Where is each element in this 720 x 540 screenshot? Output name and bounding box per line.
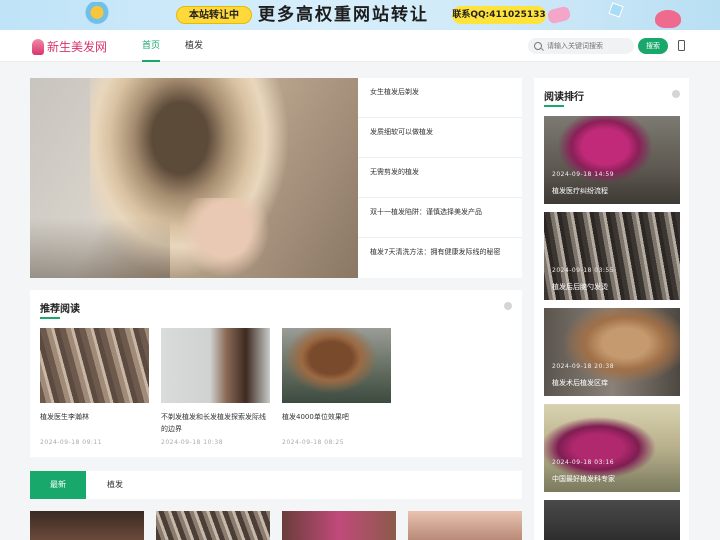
main-nav: 首页 植发 xyxy=(142,30,228,62)
article-thumbnail[interactable] xyxy=(30,511,144,540)
article-card[interactable]: 不剃发植发和长发植发探索发际线的边界 2024-09-18 10:38 xyxy=(161,328,270,446)
banner-decoration-icon xyxy=(655,10,681,28)
ranking-sidebar: 阅读排行 2024-09-18 14:59 植发医疗纠纷流程 2024-09-1… xyxy=(534,78,689,540)
search-button[interactable]: 搜索 xyxy=(638,38,668,54)
hero-image[interactable] xyxy=(30,78,358,278)
banner-decoration-icon xyxy=(85,2,115,28)
site-header: 新生美发网 首页 植发 搜索 xyxy=(0,30,720,62)
banner-slogan: 更多高权重网站转让 xyxy=(258,5,429,25)
article-thumbnail[interactable] xyxy=(40,328,149,403)
article-date: 2024-09-18 09:11 xyxy=(40,439,103,446)
site-logo[interactable]: 新生美发网 xyxy=(32,38,107,55)
search-box xyxy=(528,38,634,54)
search-input[interactable] xyxy=(547,42,629,50)
ranking-card[interactable]: 2024-09-18 03:16 中国最好植发科专家 xyxy=(544,404,680,492)
ranking-card[interactable]: 2024-09-18 03:55 植发后后脑勺发烫 xyxy=(544,212,680,300)
search-icon xyxy=(534,42,542,50)
article-title[interactable]: 植发4000单位效果吧 xyxy=(282,411,391,435)
hero-link[interactable]: 女生植发后剃发 xyxy=(358,78,522,118)
hero-link[interactable]: 无需剪发的植发 xyxy=(358,158,522,198)
tab-latest[interactable]: 最新 xyxy=(30,471,86,499)
article-thumbnail[interactable] xyxy=(156,511,270,540)
article-title[interactable]: 不剃发植发和长发植发探索发际线的边界 xyxy=(161,411,270,435)
ranking-card[interactable]: 2024-09-18 20:38 植发术后植发区痒 xyxy=(544,308,680,396)
ranking-card[interactable]: 2024-09-18 14:59 植发医疗纠纷流程 xyxy=(544,116,680,204)
logo-icon xyxy=(32,38,44,55)
article-thumbnail[interactable] xyxy=(161,328,270,403)
close-icon[interactable] xyxy=(672,90,680,98)
article-title[interactable]: 植发医生李瀚林 xyxy=(40,411,149,435)
article-date: 2024-09-18 10:38 xyxy=(161,439,224,446)
ranking-item-title[interactable]: 植发医疗纠纷流程 xyxy=(552,186,608,196)
logo-text: 新生美发网 xyxy=(47,40,108,54)
article-card[interactable]: 植发医生李瀚林 2024-09-18 09:11 xyxy=(40,328,149,446)
hero-link[interactable]: 发质细软可以做植发 xyxy=(358,118,522,158)
close-icon[interactable] xyxy=(504,302,512,310)
latest-tabs: 最新 植发 xyxy=(30,471,522,499)
top-ad-banner[interactable]: 本站转让中 更多高权重网站转让 联系QQ:411025133 xyxy=(0,0,720,30)
tab-hair-transplant[interactable]: 植发 xyxy=(92,471,138,499)
nav-item-home[interactable]: 首页 xyxy=(142,30,161,62)
article-card[interactable]: 植发4000单位效果吧 2024-09-18 08:25 xyxy=(282,328,391,446)
hero-link[interactable]: 植发7天清洗方法：拥有健康发际线的秘密 xyxy=(358,238,522,278)
hero-link[interactable]: 双十一植发陷阱：谨慎选择美发产品 xyxy=(358,198,522,238)
ranking-date: 2024-09-18 03:55 xyxy=(552,267,615,274)
ranking-date: 2024-09-18 20:38 xyxy=(552,363,615,370)
nav-item-hair-transplant[interactable]: 植发 xyxy=(185,30,203,62)
article-thumbnail[interactable] xyxy=(282,328,391,403)
article-thumbnail[interactable] xyxy=(408,511,522,540)
ranking-item-title[interactable]: 植发术后植发区痒 xyxy=(552,378,608,388)
ranking-date: 2024-09-18 03:16 xyxy=(552,459,615,466)
recommend-title: 推荐阅读 xyxy=(40,300,80,319)
banner-decoration-icon xyxy=(546,5,572,25)
banner-contact: 联系QQ:411025133 xyxy=(452,6,546,24)
banner-decoration-icon xyxy=(608,2,624,18)
article-thumbnail[interactable] xyxy=(282,511,396,540)
hero-section: 女生植发后剃发 发质细软可以做植发 无需剪发的植发 双十一植发陷阱：谨慎选择美发… xyxy=(30,78,522,278)
recommend-section: 推荐阅读 植发医生李瀚林 2024-09-18 09:11 不剃发植发和长发植发… xyxy=(30,290,522,457)
ranking-item-title[interactable]: 中国最好植发科专家 xyxy=(552,474,615,484)
article-date: 2024-09-18 08:25 xyxy=(282,439,345,446)
ranking-title: 阅读排行 xyxy=(544,88,584,107)
ranking-item-title[interactable]: 植发后后脑勺发烫 xyxy=(552,282,608,292)
ranking-card[interactable] xyxy=(544,500,680,540)
ranking-date: 2024-09-18 14:59 xyxy=(552,171,615,178)
mobile-icon[interactable] xyxy=(678,40,685,51)
banner-tag: 本站转让中 xyxy=(176,6,252,24)
hero-link-list: 女生植发后剃发 发质细软可以做植发 无需剪发的植发 双十一植发陷阱：谨慎选择美发… xyxy=(358,78,522,278)
